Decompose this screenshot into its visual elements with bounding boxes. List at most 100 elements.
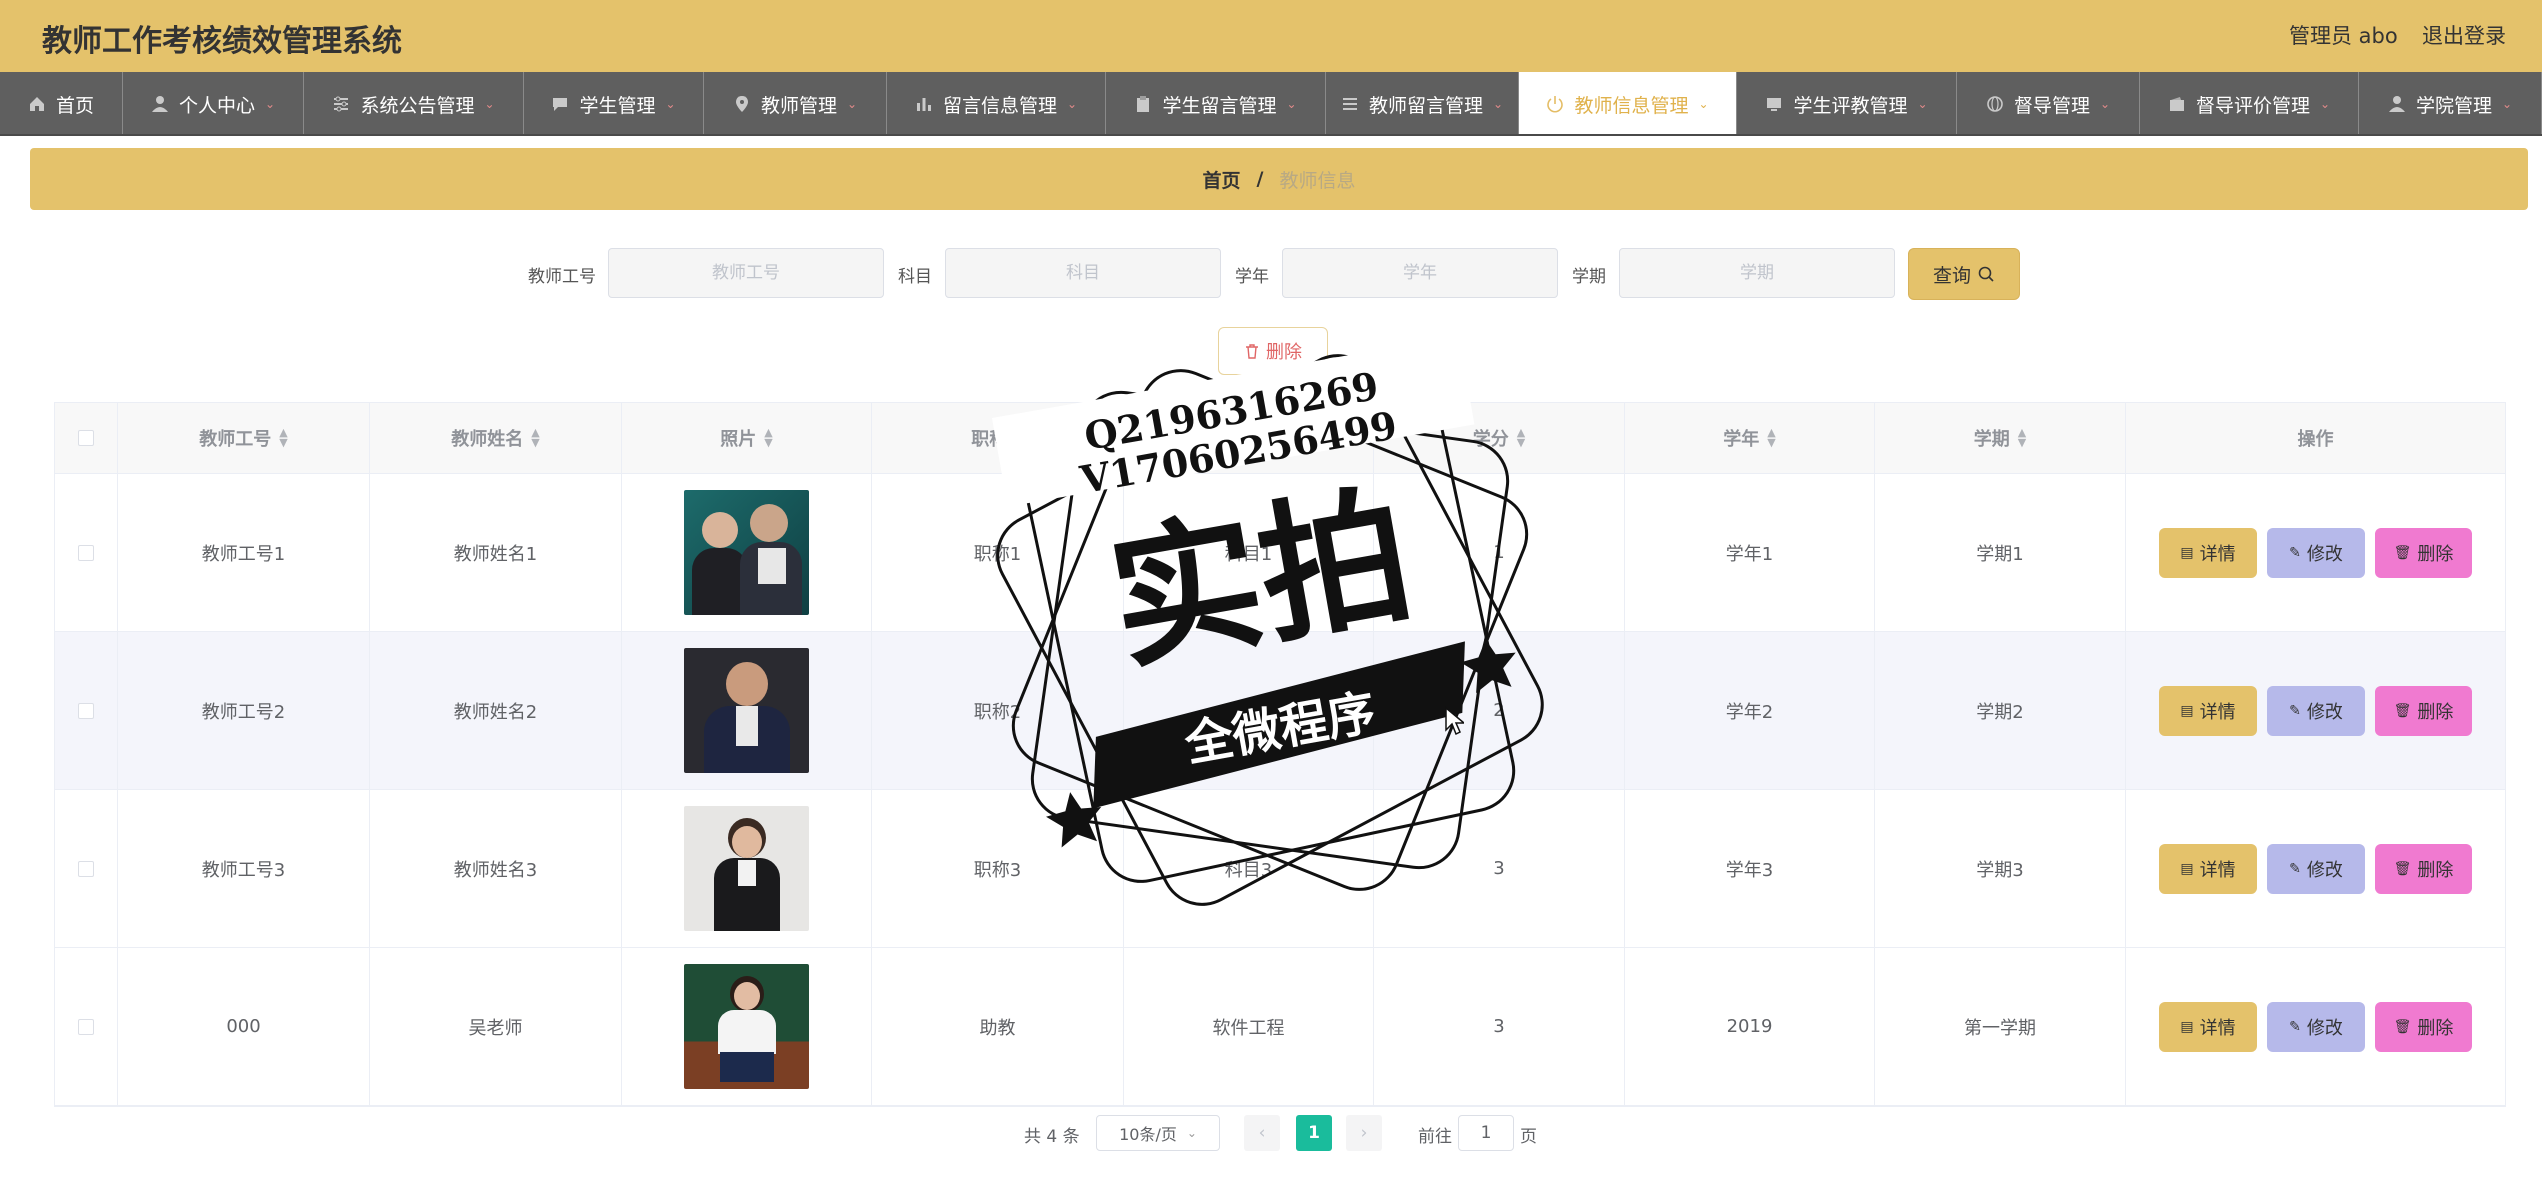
- edit-label: 修改: [2306, 1017, 2343, 1039]
- nav-item-evaluation[interactable]: 学生评教管理 ⌄: [1737, 72, 1957, 134]
- prev-page-button[interactable]: ‹: [1244, 1115, 1280, 1151]
- cell-subject: 科目2: [1124, 632, 1374, 789]
- breadcrumb-home[interactable]: 首页: [1203, 166, 1241, 193]
- breadcrumb-current: 教师信息: [1279, 169, 1356, 192]
- nav-label: 系统公告管理: [360, 94, 475, 117]
- nav-label: 首页: [55, 94, 94, 117]
- column-label: 照片: [720, 429, 757, 450]
- delete-label: 删除: [2417, 701, 2454, 723]
- edit-button[interactable]: ✎ 修改: [2267, 843, 2365, 894]
- delete-button[interactable]: 🗑 删除: [2375, 1001, 2472, 1052]
- detail-button[interactable]: ▤ 详情: [2159, 527, 2257, 578]
- detail-button[interactable]: ▤ 详情: [2159, 685, 2257, 736]
- sort-icon: ▲ ▼: [2017, 426, 2027, 449]
- detail-button[interactable]: ▤ 详情: [2159, 843, 2257, 894]
- column-label: 教师姓名: [451, 429, 524, 450]
- row-checkbox[interactable]: [78, 860, 94, 877]
- goto-page-input[interactable]: [1458, 1115, 1514, 1151]
- cell-teacher-name: 教师姓名1: [370, 474, 622, 631]
- sort-icon: ▲ ▼: [1516, 426, 1526, 449]
- cell-teacher-name: 教师姓名3: [370, 790, 622, 947]
- nav-item-personal[interactable]: 个人中心 ⌄: [123, 72, 304, 134]
- column-label: 学年: [1723, 429, 1760, 450]
- page-size-select[interactable]: 10条/页 ⌄: [1096, 1115, 1220, 1151]
- nav-item-student-message[interactable]: 学生留言管理 ⌄: [1106, 72, 1326, 134]
- select-all-checkbox[interactable]: [78, 430, 94, 446]
- delete-button[interactable]: 🗑 删除: [2375, 843, 2472, 894]
- nav-label: 学院管理: [2415, 94, 2492, 117]
- pencil-icon: ✎: [2289, 702, 2301, 719]
- cell-title: 职称3: [872, 790, 1124, 947]
- nav-item-home[interactable]: 首页: [0, 72, 123, 134]
- mouse-cursor-icon: [1445, 706, 1464, 736]
- sort-icon: ▲ ▼: [1015, 426, 1024, 449]
- nav-item-message[interactable]: 留言信息管理 ⌄: [887, 72, 1106, 134]
- nav-item-supervisor-eval[interactable]: 督导评价管理 ⌄: [2140, 72, 2359, 134]
- cell-teacher-id: 教师工号3: [118, 790, 370, 947]
- column-header[interactable]: 科目 ▲ ▼: [1124, 403, 1374, 473]
- nav-item-teacher-message[interactable]: 教师留言管理 ⌄: [1326, 72, 1519, 134]
- column-header[interactable]: 教师姓名 ▲ ▼: [370, 403, 622, 473]
- teacher-photo: [684, 490, 809, 615]
- column-header[interactable]: 照片 ▲ ▼: [622, 403, 872, 473]
- home-icon: [29, 97, 44, 111]
- cell-actions: ▤ 详情 ✎ 修改 🗑 删除: [2126, 948, 2505, 1105]
- edit-button[interactable]: ✎ 修改: [2267, 1001, 2365, 1052]
- cell-subject: 科目3: [1124, 790, 1374, 947]
- query-label: 查询: [1932, 264, 1971, 287]
- nav-item-college[interactable]: 学院管理 ⌄: [2359, 72, 2542, 134]
- pencil-icon: ✎: [2289, 544, 2301, 561]
- edit-label: 修改: [2306, 859, 2343, 881]
- pencil-icon: ✎: [2289, 1018, 2301, 1035]
- term-input[interactable]: [1619, 248, 1895, 298]
- nav-label: 督导管理: [2013, 94, 2090, 117]
- edit-button[interactable]: ✎ 修改: [2267, 685, 2365, 736]
- trash-icon: [1246, 344, 1258, 359]
- teacher-id-input[interactable]: [608, 248, 884, 298]
- nav-label: 督导评价管理: [2195, 94, 2310, 117]
- column-label: 教师工号: [199, 429, 272, 450]
- row-checkbox-cell: [55, 948, 118, 1105]
- chevron-left-icon: ‹: [1258, 1123, 1266, 1143]
- row-checkbox[interactable]: [78, 544, 94, 561]
- delete-button[interactable]: 🗑 删除: [2375, 685, 2472, 736]
- teacher-photo: [684, 964, 809, 1089]
- column-header[interactable]: 学年 ▲ ▼: [1625, 403, 1875, 473]
- cell-photo: [622, 632, 872, 789]
- nav-label: 留言信息管理: [942, 94, 1057, 117]
- column-header[interactable]: 学分 ▲ ▼: [1374, 403, 1625, 473]
- nav-item-teacher-info[interactable]: 教师信息管理 ⌄: [1519, 72, 1737, 134]
- year-input[interactable]: [1282, 248, 1558, 298]
- bulk-delete-label: 删除: [1266, 342, 1302, 363]
- edit-button[interactable]: ✎ 修改: [2267, 527, 2365, 578]
- delete-button[interactable]: 🗑 删除: [2375, 527, 2472, 578]
- nav-item-supervisor[interactable]: 督导管理 ⌄: [1957, 72, 2140, 134]
- teacher-table: 教师工号 ▲ ▼ 教师姓名 ▲ ▼ 照片 ▲ ▼ 职称 ▲ ▼ 科目 ▲ ▼ 学分 ▲ ▼ 学年 ▲ ▼ 学…: [54, 402, 2506, 1107]
- nav-item-teacher[interactable]: 教师管理 ⌄: [704, 72, 887, 134]
- table-row: 教师工号1 教师姓名1 职称1 科目1 1 学年1 学期1 ▤ 详情 ✎ 修改 🗑 删…: [55, 474, 2505, 632]
- nav-item-notice[interactable]: 系统公告管理 ⌄: [304, 72, 524, 134]
- table-header: 教师工号 ▲ ▼ 教师姓名 ▲ ▼ 照片 ▲ ▼ 职称 ▲ ▼ 科目 ▲ ▼ 学分 ▲ ▼ 学年 ▲ ▼ 学…: [55, 403, 2505, 474]
- document-icon: ▤: [2180, 1018, 2194, 1035]
- subject-input[interactable]: [945, 248, 1221, 298]
- row-checkbox-cell: [55, 474, 118, 631]
- delete-label: 删除: [2417, 1017, 2454, 1039]
- row-checkbox[interactable]: [78, 702, 94, 719]
- bulk-delete-button[interactable]: 删除: [1218, 327, 1328, 375]
- page-number[interactable]: 1: [1296, 1115, 1332, 1151]
- logout-link[interactable]: 退出登录: [2422, 20, 2506, 50]
- column-header[interactable]: 教师工号 ▲ ▼: [118, 403, 370, 473]
- query-button[interactable]: 查询: [1908, 248, 2020, 300]
- detail-label: 详情: [2199, 859, 2236, 881]
- cell-year: 学年3: [1625, 790, 1875, 947]
- power-icon: [1547, 96, 1564, 113]
- sort-icon: ▲ ▼: [764, 426, 773, 449]
- cell-credit: 1: [1374, 474, 1625, 631]
- nav-item-student[interactable]: 学生管理 ⌄: [524, 72, 704, 134]
- chevron-down-icon: ⌄: [1917, 97, 1928, 111]
- next-page-button[interactable]: ›: [1346, 1115, 1382, 1151]
- column-header[interactable]: 学期 ▲ ▼: [1875, 403, 2126, 473]
- row-checkbox[interactable]: [78, 1018, 94, 1035]
- column-header[interactable]: 职称 ▲ ▼: [872, 403, 1124, 473]
- detail-button[interactable]: ▤ 详情: [2159, 1001, 2257, 1052]
